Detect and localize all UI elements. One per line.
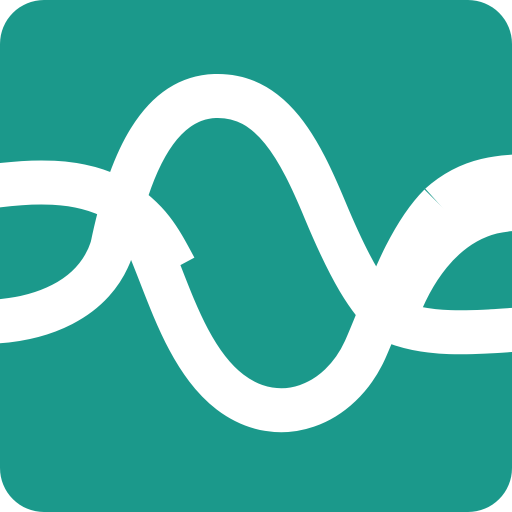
wave-knot-icon	[0, 0, 512, 512]
app-icon[interactable]	[0, 0, 512, 512]
